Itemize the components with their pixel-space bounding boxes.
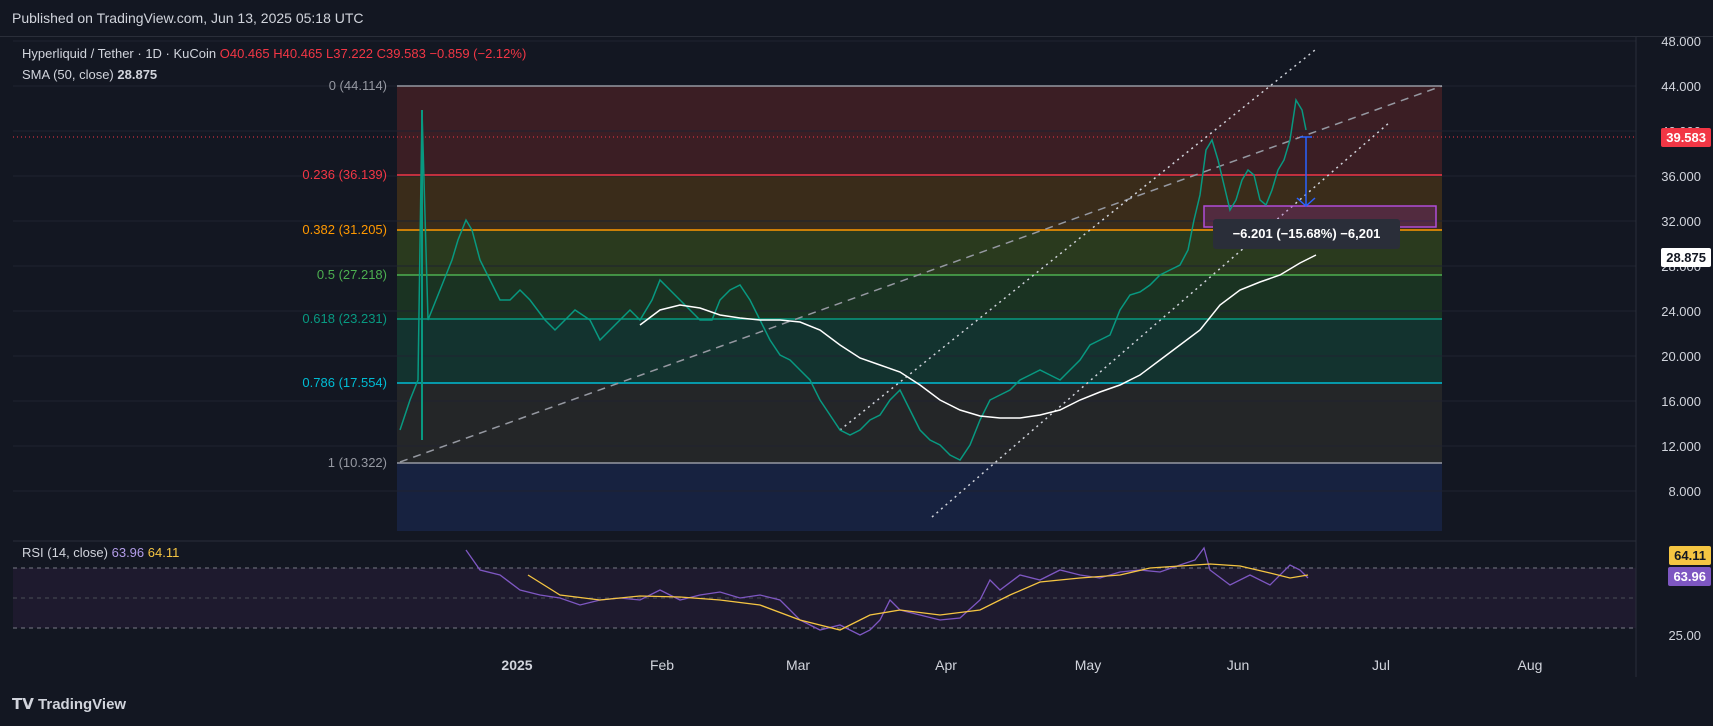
sma-price-tag: 28.875 (1661, 248, 1711, 267)
fib-label-1: 1 (10.322) (327, 455, 387, 470)
ohlc-high: H40.465 (273, 46, 323, 61)
fib-label-05: 0.5 (27.218) (316, 267, 387, 282)
price-tick: 16.000 (1661, 394, 1701, 409)
brand-name: TradingView (38, 696, 127, 713)
sma-legend[interactable]: SMA (50, close) 28.875 (22, 67, 157, 82)
price-tick: 48.000 (1661, 34, 1701, 49)
price-tick: 20.000 (1661, 349, 1701, 364)
price-tick: 8.000 (1668, 484, 1701, 499)
sma-value: 28.875 (117, 67, 158, 82)
fib-label-0786: 0.786 (17.554) (302, 375, 387, 390)
time-tick: Feb (649, 657, 675, 673)
time-tick: Mar (785, 657, 811, 673)
time-tick: Apr (935, 657, 957, 673)
time-tick: 2025 (501, 657, 533, 673)
chart-canvas[interactable] (0, 0, 1713, 726)
brand-footer[interactable]: 𝗧𝗩 TradingView (12, 695, 126, 713)
price-tick: 24.000 (1661, 304, 1701, 319)
price-tick: 44.000 (1661, 79, 1701, 94)
fib-label-0236: 0.236 (36.139) (302, 167, 387, 182)
fib-band-05 (397, 275, 1442, 319)
rsi-ma-value: 64.11 (147, 545, 180, 560)
ohlc-close: C39.583 (376, 46, 426, 61)
price-tick: 32.000 (1661, 214, 1701, 229)
fib-label-0: 0 (44.114) (328, 78, 387, 93)
price-tick: 12.000 (1661, 439, 1701, 454)
price-tick: 36.000 (1661, 169, 1701, 184)
time-tick: Aug (1517, 657, 1543, 673)
fib-band-0786 (397, 383, 1442, 463)
tradingview-logo-icon: 𝗧𝗩 (12, 696, 39, 713)
fib-band-1 (397, 463, 1442, 531)
fib-label-0382: 0.382 (31.205) (302, 222, 387, 237)
rsi-legend[interactable]: RSI (14, close) 63.96 64.11 (22, 545, 179, 560)
rsi-ma-tag: 64.11 (1669, 546, 1711, 565)
ohlc-change: −0.859 (−2.12%) (429, 46, 527, 61)
ohlc-low: L37.222 (326, 46, 374, 61)
rsi-value: 63.96 (111, 545, 145, 560)
time-tick: Jul (1372, 657, 1390, 673)
symbol-name: Hyperliquid / Tether · 1D · KuCoin (22, 46, 217, 61)
ohlc-open: O40.465 (219, 46, 270, 61)
rsi-label: RSI (14, close) (22, 545, 108, 560)
time-tick: Jun (1226, 657, 1250, 673)
last-price-tag: 39.583 (1661, 128, 1711, 147)
sma-label: SMA (50, close) (22, 67, 114, 82)
fib-label-0618: 0.618 (23.231) (302, 311, 387, 326)
rsi-tag: 63.96 (1668, 567, 1711, 586)
symbol-legend[interactable]: Hyperliquid / Tether · 1D · KuCoin O40.4… (22, 46, 526, 61)
measure-tooltip: −6.201 (−15.68%) −6,201 (1213, 219, 1400, 249)
rsi-axis-tick: 25.00 (1668, 628, 1701, 643)
time-tick: May (1074, 657, 1102, 673)
